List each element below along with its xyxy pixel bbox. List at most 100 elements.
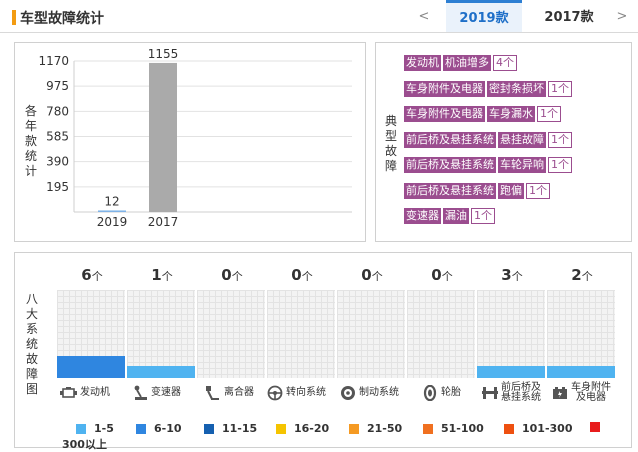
fault-part-tag[interactable]: 悬挂故障 [498,131,546,148]
fault-part-tag[interactable]: 密封条损坏 [487,80,546,97]
system-grid-column [337,290,406,378]
fault-system-tag[interactable]: 车身附件及电器 [404,106,485,122]
system-count-unit: 个 [511,270,523,283]
system-grid-column [197,290,266,378]
fault-row: 车身附件及电器 密封条损坏 1个 [404,80,574,97]
system-bar [477,366,545,378]
legend-label: 300以上 [62,438,107,451]
system-count-unit: 个 [581,270,593,283]
system-label: 轮胎 [441,387,461,398]
gear-shifter-icon [131,385,149,401]
fault-row: 车身附件及电器 车身漏水 1个 [404,106,563,122]
fault-part-tag[interactable]: 车身漏水 [487,106,535,122]
legend-item: 16-20 [276,422,329,435]
system-label-group[interactable]: 制动系统 [339,382,399,404]
system-count-unit: 个 [301,270,313,283]
legend-swatch [276,423,286,434]
fault-system-tag[interactable]: 前后桥及悬挂系统 [404,131,496,148]
legend-item: 21-50 [349,422,402,435]
bar-value-label: 12 [104,194,119,208]
system-count-unit: 个 [231,270,243,283]
fault-system-tag[interactable]: 前后桥及悬挂系统 [404,157,496,173]
legend-label: 21-50 [367,422,403,435]
system-count-value: 0 [221,266,232,284]
typical-faults-label: 典型故障 [384,114,397,173]
suspension-icon [481,385,499,401]
legend-swatch [423,423,433,434]
fault-count-tag[interactable]: 1个 [548,157,572,173]
fault-row: 前后桥及悬挂系统 跑偏 1个 [404,182,552,199]
system-label-group[interactable]: 发动机 [60,382,110,404]
system-count-value: 0 [361,266,372,284]
engine-icon [60,385,78,401]
tire-icon [421,384,439,402]
y-tick-label: 780 [46,104,69,118]
legend-item: 11-15 [204,422,257,435]
system-count-unit: 个 [91,270,103,283]
y-tick-label: 390 [46,155,69,169]
system-label: 转向系统 [286,387,326,398]
legend-swatch [136,423,146,434]
legend-swatch [204,423,214,434]
system-label: 离合器 [224,387,254,398]
system-count-unit: 个 [371,270,383,283]
fault-row: 前后桥及悬挂系统 车轮异响 1个 [404,157,574,173]
system-grid-column [57,290,126,378]
legend-swatch [349,423,359,434]
system-count-value: 3 [501,266,512,284]
fault-row: 变速器 漏油 1个 [404,208,497,224]
fault-part-tag[interactable]: 机油增多 [443,55,491,71]
legend-item: 101-300 [504,422,573,435]
legend-label: 6-10 [154,422,182,435]
system-count-unit: 个 [161,270,173,283]
system-grid-column [127,290,196,378]
fault-count-tag[interactable]: 4个 [493,55,517,71]
system-label-group[interactable]: 变速器 [131,382,181,404]
x-tick-label: 2017 [148,215,179,229]
legend-swatch [76,423,86,434]
system-count: 2个 [547,266,617,284]
fault-part-tag[interactable]: 漏油 [443,208,469,224]
system-label-group[interactable]: 前后桥及 悬挂系统 [481,382,541,404]
fault-row: 发动机 机油增多 4个 [404,55,519,71]
system-count-value: 0 [291,266,302,284]
system-count: 0个 [337,266,407,284]
system-count-value: 6 [81,266,92,284]
fault-system-tag[interactable]: 前后桥及悬挂系统 [404,182,496,199]
system-bar [127,366,195,378]
system-label: 车身附件 及电器 [571,382,611,403]
system-label-group[interactable]: 离合器 [204,382,254,404]
system-count: 1个 [127,266,197,284]
system-bar [57,356,125,378]
eight-systems-ylabel: 八大系统故障图 [25,292,38,396]
fault-count-tag[interactable]: 1个 [471,208,495,224]
system-count-value: 0 [431,266,442,284]
fault-count-tag[interactable]: 1个 [548,80,572,97]
steering-wheel-icon [266,385,284,401]
fault-system-tag[interactable]: 车身附件及电器 [404,80,485,97]
fault-system-tag[interactable]: 发动机 [404,55,441,71]
system-label-group[interactable]: 车身附件 及电器 [551,382,611,404]
system-count-value: 1 [151,266,162,284]
fault-count-tag[interactable]: 1个 [526,182,550,199]
legend-label: 11-15 [222,422,258,435]
system-label-group[interactable]: 轮胎 [421,382,461,404]
system-count: 0个 [267,266,337,284]
system-grid-column [407,290,476,378]
system-label: 变速器 [151,387,181,398]
legend-swatch [590,422,600,432]
x-tick-label: 2019 [97,215,128,229]
system-label-group[interactable]: 转向系统 [266,382,326,404]
legend-label: 101-300 [522,422,573,435]
legend-item: 1-5 [76,422,114,435]
fault-system-tag[interactable]: 变速器 [404,208,441,224]
system-label: 前后桥及 悬挂系统 [501,382,541,403]
fault-part-tag[interactable]: 车轮异响 [498,157,546,173]
system-label: 制动系统 [359,387,399,398]
fault-part-tag[interactable]: 跑偏 [498,182,524,199]
car-battery-icon [551,385,569,401]
legend-item [590,422,608,432]
legend-swatch [504,423,514,434]
fault-count-tag[interactable]: 1个 [537,106,561,122]
fault-count-tag[interactable]: 1个 [548,131,572,148]
